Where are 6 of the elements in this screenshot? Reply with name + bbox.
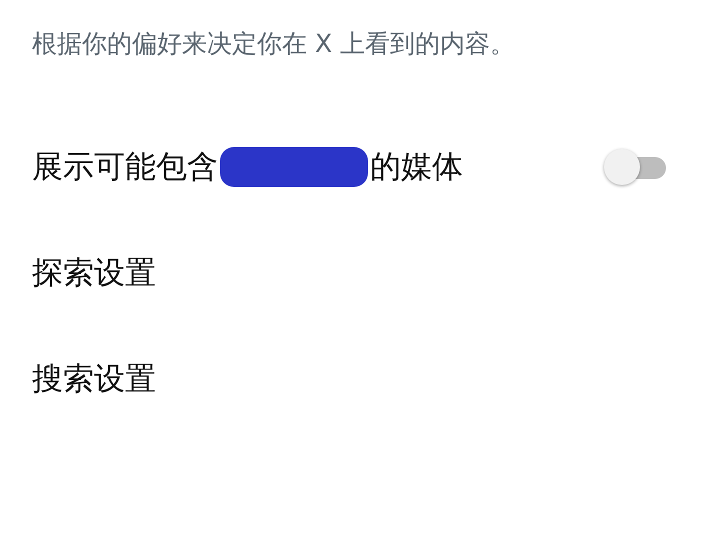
settings-link[interactable]: 探索设置 — [32, 252, 156, 294]
setting-label: 的媒体 — [370, 148, 463, 187]
settings-link[interactable]: 搜索设置 — [32, 358, 156, 400]
toggle-switch[interactable] — [604, 149, 666, 185]
setting-label: 展示可能包含 — [32, 148, 218, 187]
description-text: 根据你的偏好来决定你在 X 上看到的内容。 — [32, 28, 516, 60]
